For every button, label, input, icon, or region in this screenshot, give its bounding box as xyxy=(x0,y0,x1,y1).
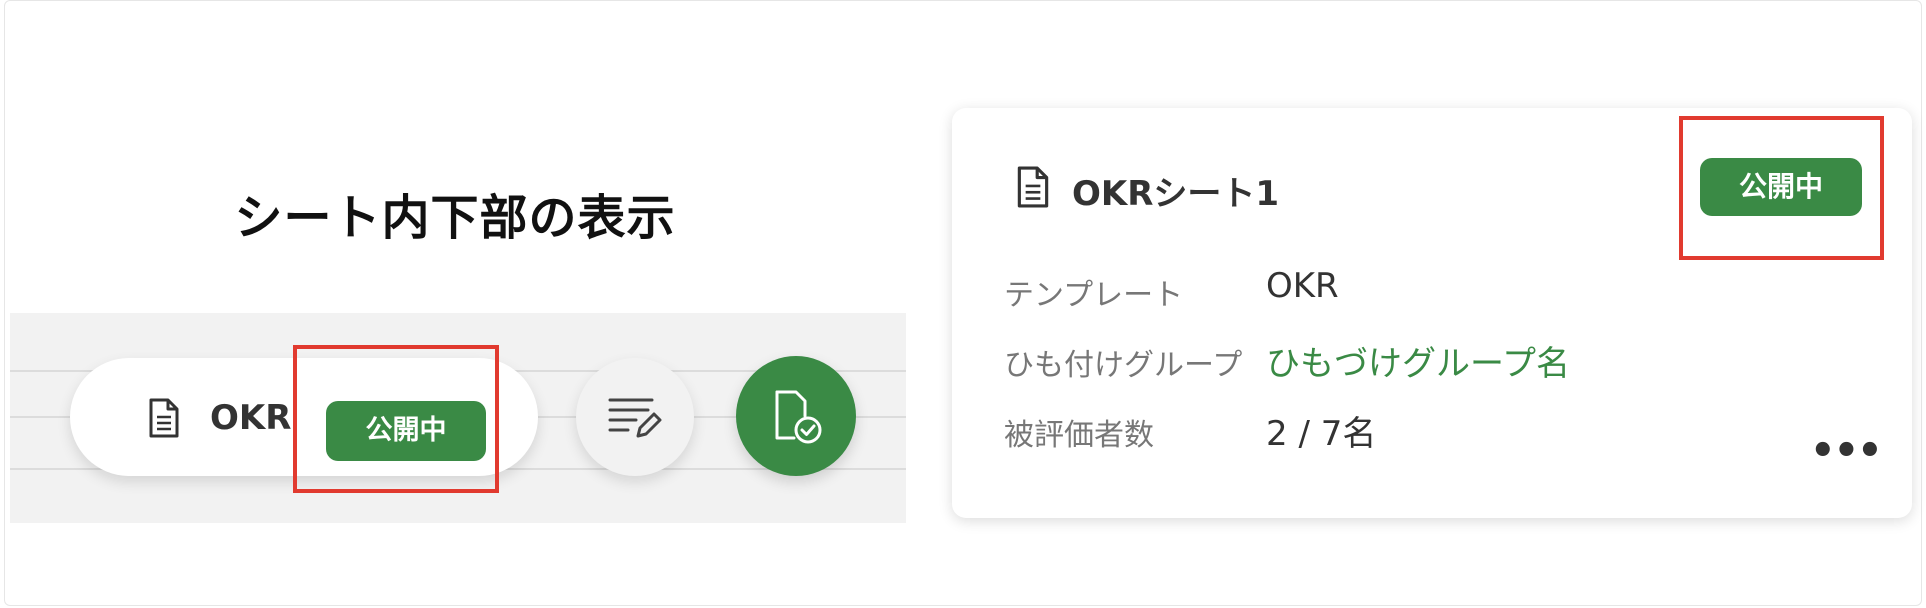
more-options-icon[interactable]: ••• xyxy=(1810,428,1883,474)
edit-list-icon xyxy=(608,398,662,438)
field-value: OKR xyxy=(1266,266,1339,306)
status-badge: 公開中 xyxy=(1700,158,1862,216)
field-value: 2 / 7名 xyxy=(1266,414,1377,454)
card-title: OKRシート1 xyxy=(1072,174,1280,214)
publish-check-icon xyxy=(775,390,822,444)
sheet-card[interactable]: OKRシート1 公開中 テンプレート OKR ひも付けグループ ひもづけグループ… xyxy=(952,108,1912,518)
field-label: 被評価者数 xyxy=(1004,418,1154,453)
group-link[interactable]: ひもづけグループ名 xyxy=(1266,336,1570,385)
field-label: テンプレート xyxy=(1004,278,1184,313)
section-title: シート内下部の表示 xyxy=(234,190,676,246)
publish-button[interactable] xyxy=(736,356,856,476)
field-label: ひも付けグループ xyxy=(1004,348,1243,383)
document-icon xyxy=(1016,166,1050,212)
status-badge: 公開中 xyxy=(326,401,486,461)
document-icon xyxy=(148,398,180,442)
sheet-status-pill[interactable]: OKR 公開中 xyxy=(70,358,538,476)
sheet-name-label: OKR xyxy=(210,398,292,438)
edit-button[interactable] xyxy=(576,358,694,476)
sheet-bottom-bar: OKR 公開中 xyxy=(10,313,906,523)
